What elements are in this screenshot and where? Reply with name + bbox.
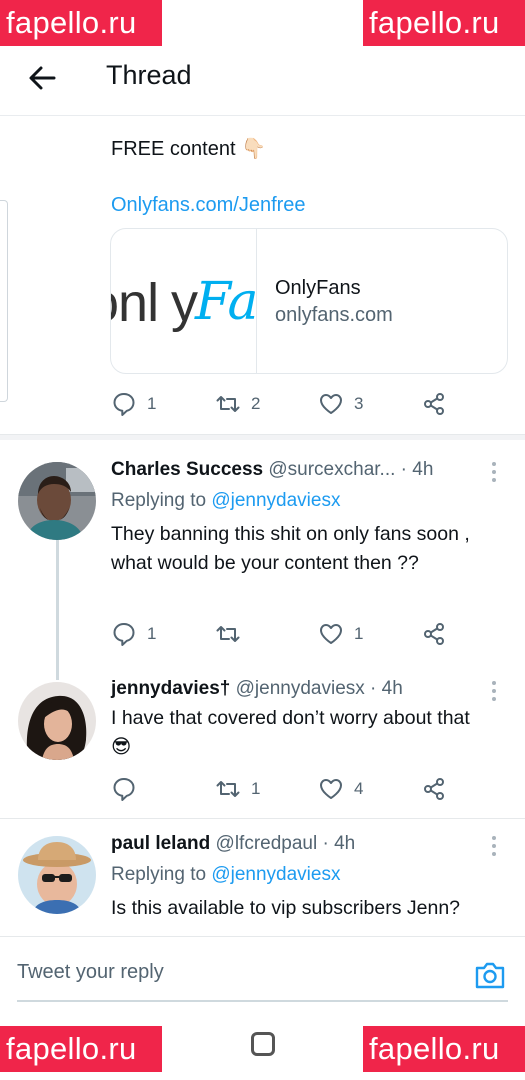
reply-composer: Tweet your reply: [0, 936, 525, 1002]
reply-button[interactable]: 1: [111, 619, 156, 649]
avatar[interactable]: [18, 462, 96, 540]
watermark-top-left: fapello.ru: [0, 0, 162, 46]
share-button[interactable]: [421, 389, 447, 419]
reply-header: Charles Success @surcexchar... · 4h: [111, 459, 433, 481]
reply-header: paul leland @lfcredpaul · 4h: [111, 833, 355, 855]
share-icon: [424, 393, 444, 415]
section-divider: [0, 434, 525, 440]
tweet-actions: 1 4: [111, 774, 451, 804]
replying-to: Replying to @jennydaviesx: [111, 864, 340, 886]
reply-button[interactable]: [111, 774, 137, 804]
reply-button[interactable]: 1: [111, 389, 156, 419]
reply-text: Is this available to vip subscribers Jen…: [111, 897, 461, 919]
heart-icon: [320, 394, 342, 414]
home-button-icon[interactable]: [251, 1032, 275, 1056]
reply-icon: [113, 393, 135, 416]
like-button[interactable]: 4: [318, 774, 363, 804]
handle-time: @jennydaviesx · 4h: [235, 678, 403, 699]
thread-line: [56, 540, 59, 680]
card-title: OnlyFans: [275, 277, 361, 299]
reply-text: I have that covered don’t worry about th…: [111, 707, 470, 758]
replying-label: Replying to: [111, 490, 207, 511]
reply-divider: [0, 818, 525, 819]
tweet-actions: 1 2 3: [111, 389, 451, 419]
retweet-button[interactable]: [215, 619, 241, 649]
tweet-text: FREE content 👇🏻: [111, 138, 266, 160]
link-preview-card[interactable]: onl y Fan OnlyFans onlyfans.com: [110, 228, 508, 374]
watermark-bottom-right: fapello.ru: [363, 1026, 525, 1072]
reply-icon: [113, 778, 135, 801]
retweet-icon: [216, 781, 240, 797]
scroll-indicator: [0, 200, 8, 402]
camera-icon[interactable]: [473, 959, 507, 991]
replying-to-handle[interactable]: @jennydaviesx: [211, 864, 340, 885]
svg-text:y: y: [171, 273, 198, 333]
like-button[interactable]: 1: [318, 619, 363, 649]
watermark-top-right: fapello.ru: [363, 0, 525, 46]
replying-to: Replying to @jennydaviesx: [111, 490, 340, 512]
share-button[interactable]: [421, 619, 447, 649]
more-options-icon[interactable]: [489, 836, 499, 858]
retweet-count: 2: [251, 394, 261, 413]
like-count: 4: [354, 779, 364, 798]
more-options-icon[interactable]: [489, 681, 499, 703]
retweet-count: 1: [251, 779, 261, 798]
card-domain: onlyfans.com: [275, 304, 393, 326]
tweet-actions: 1 1: [111, 619, 451, 649]
input-underline: [17, 1000, 508, 1002]
share-button[interactable]: [421, 774, 447, 804]
reply-icon: [113, 623, 135, 646]
more-options-icon[interactable]: [489, 462, 499, 484]
tweet-link[interactable]: Onlyfans.com/Jenfree: [111, 194, 306, 217]
avatar[interactable]: [18, 682, 96, 760]
svg-text:onl: onl: [111, 273, 158, 333]
reply-count: 1: [147, 394, 157, 413]
share-icon: [424, 778, 444, 800]
reply-input[interactable]: Tweet your reply: [17, 961, 164, 984]
handle-time: @surcexchar... · 4h: [268, 459, 434, 480]
retweet-icon: [216, 396, 240, 412]
reply-count: 1: [147, 624, 157, 643]
svg-text:Fan: Fan: [194, 272, 257, 332]
heart-icon: [320, 624, 342, 644]
like-count: 3: [354, 394, 364, 413]
display-name[interactable]: paul leland: [111, 833, 210, 854]
reply-header: jennydavies† @jennydaviesx · 4h: [111, 678, 403, 700]
retweet-icon: [216, 626, 240, 642]
like-button[interactable]: 3: [318, 389, 363, 419]
retweet-button[interactable]: 2: [215, 389, 260, 419]
replying-label: Replying to: [111, 864, 207, 885]
retweet-button[interactable]: 1: [215, 774, 260, 804]
watermark-bottom-left: fapello.ru: [0, 1026, 162, 1072]
replying-to-handle[interactable]: @jennydaviesx: [211, 490, 340, 511]
display-name[interactable]: Charles Success: [111, 459, 263, 480]
share-icon: [424, 623, 444, 645]
heart-icon: [320, 779, 342, 799]
avatar[interactable]: [18, 836, 96, 914]
onlyfans-logo: onl y Fan: [111, 229, 257, 373]
page-title: Thread: [106, 60, 192, 90]
like-count: 1: [354, 624, 364, 643]
back-arrow-icon[interactable]: [26, 62, 58, 94]
app-header: Thread: [0, 50, 525, 116]
display-name[interactable]: jennydavies†: [111, 678, 230, 699]
reply-text: They banning this shit on only fans soon…: [111, 523, 470, 574]
handle-time: @lfcredpaul · 4h: [215, 833, 356, 854]
